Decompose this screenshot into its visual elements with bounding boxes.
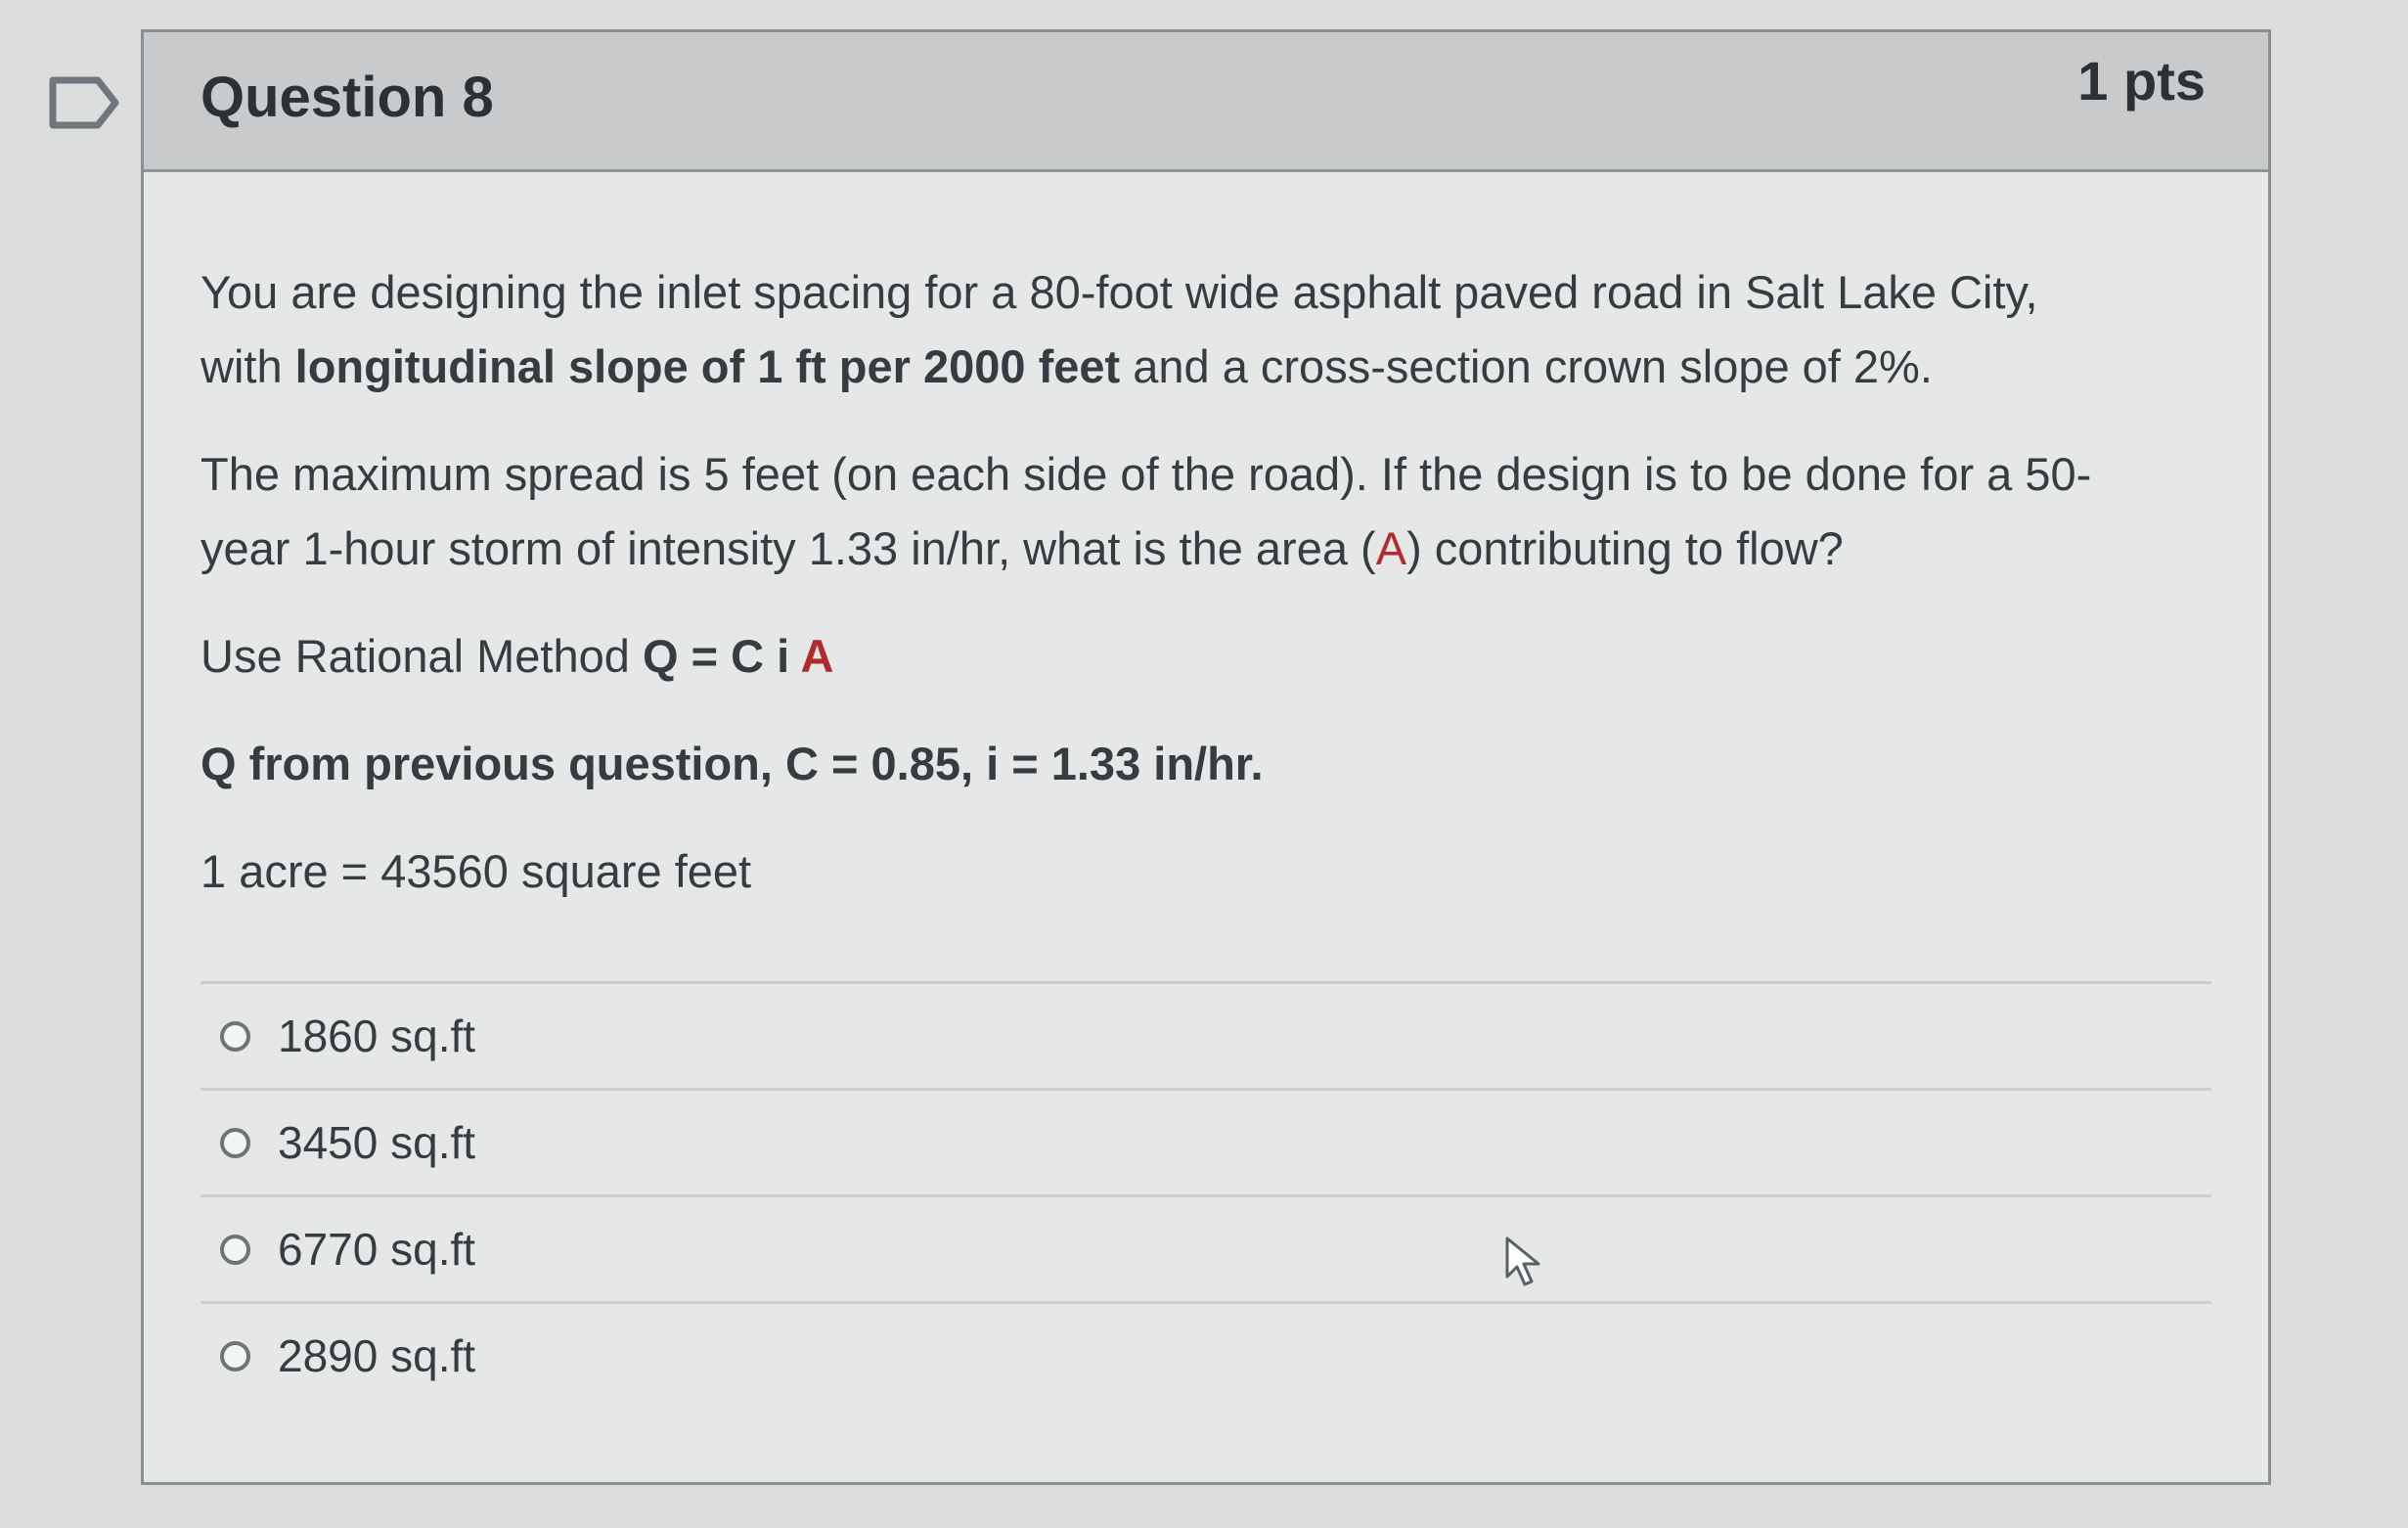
flag-question-icon[interactable] bbox=[49, 76, 121, 129]
problem-text-line-one: You are designing the inlet spacing for … bbox=[201, 266, 2038, 318]
question-title: Question 8 bbox=[201, 66, 494, 129]
conversion-text: 1 acre = 43560 square feet bbox=[201, 845, 752, 897]
storm-text-before-area: year 1-hour storm of intensity 1.33 in/h… bbox=[201, 522, 1376, 574]
radio-button-icon[interactable] bbox=[220, 1234, 250, 1265]
storm-text-after-area: ) contributing to flow? bbox=[1406, 522, 1844, 574]
rational-method-prefix: Use Rational Method bbox=[201, 630, 643, 682]
radio-button-icon[interactable] bbox=[220, 1020, 250, 1052]
answer-label: 6770 sq.ft bbox=[278, 1224, 476, 1275]
question-body: You are designing the inlet spacing for … bbox=[201, 255, 2211, 909]
answer-label: 3450 sq.ft bbox=[278, 1117, 476, 1168]
area-variable-highlight: A bbox=[1375, 522, 1407, 574]
rational-method-formula: Q = C i bbox=[642, 630, 801, 682]
answer-option-3450[interactable]: 3450 sq.ft bbox=[201, 1091, 2211, 1197]
problem-paragraph-two: The maximum spread is 5 feet (on each si… bbox=[201, 437, 2211, 586]
quiz-question-card: Question 8 1 pts You are designing the i… bbox=[141, 29, 2271, 1485]
radio-button-icon[interactable] bbox=[220, 1340, 250, 1371]
answer-option-1860[interactable]: 1860 sq.ft bbox=[201, 984, 2211, 1091]
question-points: 1 pts bbox=[2077, 50, 2206, 112]
crown-slope-text: and a cross-section crown slope of 2%. bbox=[1120, 340, 1933, 392]
problem-paragraph-one: You are designing the inlet spacing for … bbox=[201, 255, 2211, 404]
problem-text-prefix: with bbox=[201, 340, 295, 392]
longitudinal-slope-text: longitudinal slope of 1 ft per 2000 feet bbox=[294, 340, 1121, 392]
answer-label: 1860 sq.ft bbox=[278, 1011, 476, 1061]
question-header: Question 8 1 pts bbox=[144, 32, 2268, 172]
storm-text-line-one: The maximum spread is 5 feet (on each si… bbox=[201, 448, 2092, 500]
answer-option-6770[interactable]: 6770 sq.ft bbox=[201, 1197, 2211, 1304]
mouse-pointer-icon bbox=[1505, 1236, 1540, 1286]
given-values-text: Q from previous question, C = 0.85, i = … bbox=[201, 738, 1264, 789]
answer-label: 2890 sq.ft bbox=[278, 1330, 476, 1381]
rational-method-instruction: Use Rational Method Q = C i A bbox=[201, 619, 2211, 694]
radio-button-icon[interactable] bbox=[220, 1127, 250, 1158]
answer-option-2890[interactable]: 2890 sq.ft bbox=[201, 1304, 2211, 1408]
answer-list: 1860 sq.ft 3450 sq.ft 6770 sq.ft 2890 sq… bbox=[201, 981, 2211, 1408]
rational-method-area-symbol: A bbox=[800, 630, 834, 682]
